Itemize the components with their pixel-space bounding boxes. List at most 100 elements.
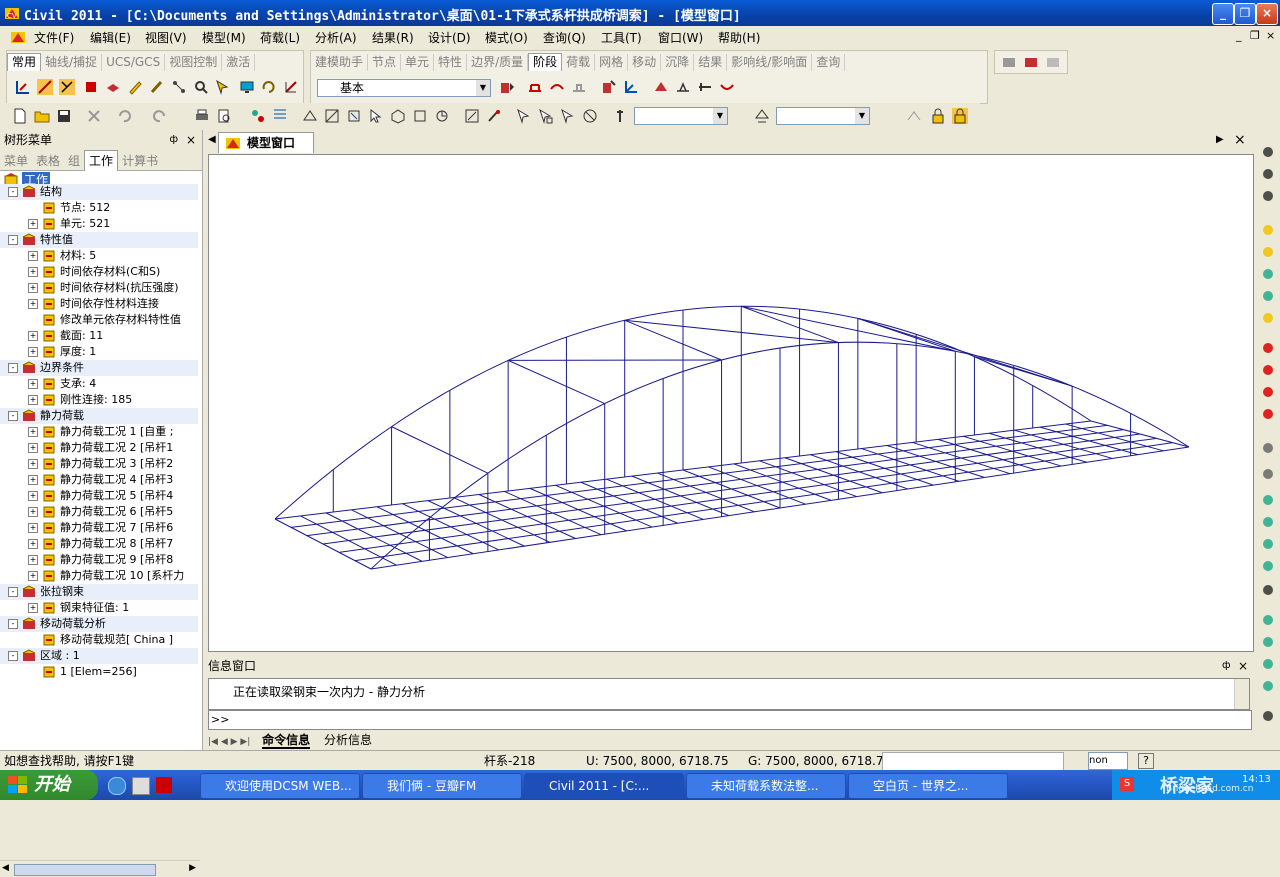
expand-icon[interactable]: +: [28, 443, 38, 453]
tree-item[interactable]: +静力荷载工况 8 [吊杆7: [0, 536, 198, 552]
expand-icon[interactable]: +: [28, 459, 38, 469]
tab-analysis-info[interactable]: 分析信息: [324, 733, 372, 747]
tree-item[interactable]: +支承: 4: [0, 376, 198, 392]
tree-item[interactable]: +刚性连接: 185: [0, 392, 198, 408]
rotate-x-icon[interactable]: [1260, 612, 1276, 628]
zoom-out-icon[interactable]: [1260, 288, 1276, 304]
tree-item[interactable]: +时间依存材料(C和S): [0, 264, 198, 280]
tree-item[interactable]: -移动荷载分析: [0, 616, 198, 632]
info-scrollbar[interactable]: [1234, 679, 1249, 709]
help-icon[interactable]: ?: [1138, 753, 1154, 769]
expand-icon[interactable]: +: [28, 251, 38, 261]
ie-icon[interactable]: [108, 777, 126, 795]
view-close-icon[interactable]: ×: [1234, 132, 1246, 148]
minimize-button[interactable]: _: [1212, 3, 1234, 25]
select-combo-1[interactable]: ▼: [634, 107, 728, 125]
zoom-fit-icon[interactable]: [1260, 222, 1276, 238]
scroll-left-icon[interactable]: ◀: [2, 863, 9, 873]
pan-icon[interactable]: [1260, 166, 1276, 182]
expand-icon[interactable]: +: [28, 347, 38, 357]
task-dcsm[interactable]: 欢迎使用DCSM WEB...: [200, 773, 360, 799]
menu-window[interactable]: 窗口(W): [658, 29, 703, 46]
stage-add-icon[interactable]: [601, 79, 617, 95]
tab-moving[interactable]: 移动: [628, 54, 661, 71]
axis-icon[interactable]: [623, 79, 639, 95]
expand-icon[interactable]: +: [28, 507, 38, 517]
snap-tree-icon[interactable]: [906, 108, 922, 124]
stage-define-icon[interactable]: [499, 79, 515, 95]
arrow-up-icon[interactable]: [1260, 384, 1276, 400]
collapse-icon[interactable]: -: [8, 363, 18, 373]
mdi-close-icon[interactable]: ×: [1266, 29, 1275, 42]
tab-stage[interactable]: 阶段: [528, 53, 562, 71]
tree-item[interactable]: +静力荷载工况 4 [吊杆3: [0, 472, 198, 488]
layer-icon[interactable]: [1001, 54, 1017, 70]
tab-element[interactable]: 单元: [401, 54, 434, 71]
expand-icon[interactable]: +: [28, 219, 38, 229]
select-all-icon[interactable]: [215, 79, 231, 95]
move-icon[interactable]: [1260, 188, 1276, 204]
zoom-selection-icon[interactable]: [1260, 310, 1276, 326]
tree-item[interactable]: +时间依存性材料连接: [0, 296, 198, 312]
menu-design[interactable]: 设计(D): [428, 29, 471, 46]
menu-load[interactable]: 荷载(L): [260, 29, 300, 46]
tab-boundary-mass[interactable]: 边界/质量: [467, 54, 528, 71]
pencil-icon[interactable]: [127, 79, 143, 95]
angle-icon[interactable]: [1260, 440, 1276, 456]
menu-file[interactable]: 文件(F): [34, 29, 74, 46]
start-button[interactable]: 开始: [0, 770, 98, 800]
horizontal-scrollbar[interactable]: ◀ ▶: [0, 860, 200, 877]
arch-bridge-model[interactable]: [209, 155, 1253, 651]
info-nav-icons[interactable]: |◀ ◀ ▶ ▶|: [208, 737, 250, 747]
save-icon[interactable]: [56, 108, 72, 124]
node-link-icon[interactable]: [171, 79, 187, 95]
lock-icon[interactable]: [930, 108, 946, 124]
bridge-icon-3[interactable]: [571, 79, 587, 95]
cube-3-icon[interactable]: [1260, 536, 1276, 552]
new-file-icon[interactable]: [12, 108, 28, 124]
tab-common[interactable]: 常用: [7, 53, 41, 71]
mdi-minimize-icon[interactable]: _: [1236, 29, 1242, 42]
task-blank-page[interactable]: 空白页 - 世界之...: [848, 773, 1008, 799]
snap-tool-icon[interactable]: [59, 79, 75, 95]
select-line-icon[interactable]: [560, 108, 576, 124]
expand-icon[interactable]: +: [28, 571, 38, 581]
print-icon[interactable]: [194, 108, 210, 124]
close-icon[interactable]: ×: [186, 130, 196, 150]
expand-icon[interactable]: +: [28, 331, 38, 341]
tab-mesh[interactable]: 网格: [595, 54, 628, 71]
element-edit-icon[interactable]: [149, 79, 165, 95]
tab-settlement[interactable]: 沉降: [661, 54, 694, 71]
cube-2-icon[interactable]: [1260, 514, 1276, 530]
tab-activate[interactable]: 激活: [222, 54, 255, 71]
tab-result[interactable]: 结果: [694, 54, 727, 71]
tree-item[interactable]: +单元: 521: [0, 216, 198, 232]
tree-item[interactable]: +时间依存材料(抗压强度): [0, 280, 198, 296]
tab-property[interactable]: 特性: [434, 54, 467, 71]
tab-works[interactable]: 工作: [84, 150, 118, 171]
tree-item[interactable]: +钢束特征值: 1: [0, 600, 198, 616]
monitor-icon[interactable]: [239, 79, 255, 95]
expand-icon[interactable]: +: [28, 283, 38, 293]
tree-item[interactable]: +静力荷载工况 10 [系杆力: [0, 568, 198, 584]
task-civil[interactable]: Civil 2011 - [C:...: [524, 773, 684, 799]
node-table-icon[interactable]: [272, 108, 288, 124]
desktop-icon[interactable]: [132, 777, 150, 795]
zoom-all-icon[interactable]: [1260, 244, 1276, 260]
dimension-icon[interactable]: [1260, 466, 1276, 482]
ime-toolbar[interactable]: [882, 752, 1064, 772]
view-side-icon[interactable]: [346, 108, 362, 124]
arrow-down-icon[interactable]: [1260, 406, 1276, 422]
expand-icon[interactable]: +: [28, 603, 38, 613]
iso-view-icon[interactable]: [390, 108, 406, 124]
expand-icon[interactable]: +: [28, 395, 38, 405]
maximize-button[interactable]: ❐: [1234, 3, 1256, 25]
beam-icon[interactable]: [697, 79, 713, 95]
sogou-icon[interactable]: S: [1120, 777, 1134, 791]
activate-icon[interactable]: [754, 108, 770, 124]
tab-node[interactable]: 节点: [368, 54, 401, 71]
tree-item[interactable]: -静力荷载: [0, 408, 198, 424]
tree-item[interactable]: 移动荷载规范[ China ]: [0, 632, 198, 648]
tree-item[interactable]: 1 [Elem=256]: [0, 664, 198, 680]
rotate-icon[interactable]: [261, 79, 277, 95]
